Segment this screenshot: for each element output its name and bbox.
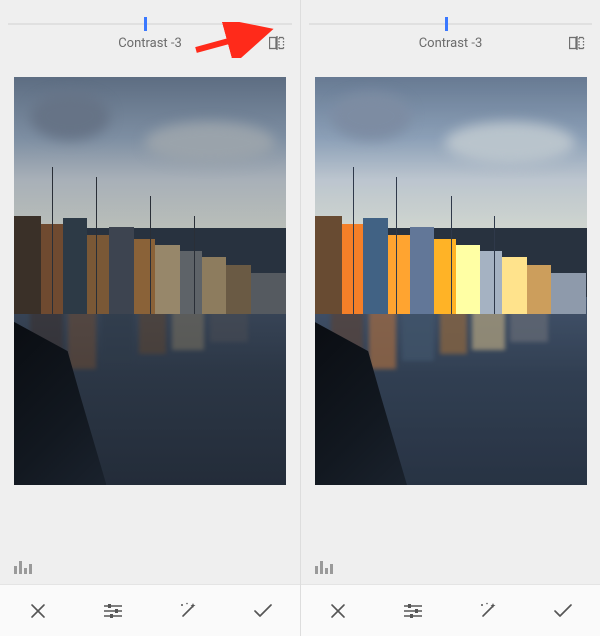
close-icon [329, 602, 347, 620]
histogram-row [0, 556, 300, 584]
check-icon [553, 603, 573, 619]
magic-wand-icon [478, 601, 498, 621]
preview-area [0, 59, 300, 556]
adjustment-label: Contrast -3 [118, 36, 182, 51]
editor-pane-before: Contrast -3 [0, 0, 300, 636]
annotation-arrow [194, 22, 278, 58]
bottom-toolbar [301, 584, 600, 636]
compare-button[interactable] [568, 34, 586, 52]
confirm-button[interactable] [242, 590, 284, 632]
compare-before-after-icon [269, 36, 285, 50]
photo-preview[interactable] [315, 77, 587, 485]
sliders-icon [403, 603, 423, 619]
bottom-toolbar [0, 584, 300, 636]
cancel-button[interactable] [317, 590, 359, 632]
cancel-button[interactable] [17, 590, 59, 632]
photo-buildings [14, 216, 286, 314]
histogram-row [301, 556, 600, 584]
check-icon [253, 603, 273, 619]
adjustment-label: Contrast -3 [419, 36, 483, 51]
slider-track [8, 23, 292, 25]
adjustment-slider-row [301, 0, 600, 26]
slider-track [309, 23, 592, 25]
tune-button[interactable] [392, 590, 434, 632]
compare-before-after-icon [569, 36, 585, 50]
adjustment-label-row: Contrast -3 [301, 26, 600, 59]
editor-pane-after: Contrast -3 [300, 0, 600, 636]
photo-preview[interactable] [14, 77, 286, 485]
adjustment-slider-row [0, 0, 300, 26]
tune-button[interactable] [92, 590, 134, 632]
adjustment-label-row: Contrast -3 [0, 26, 300, 59]
histogram-button[interactable] [315, 560, 333, 574]
magic-button[interactable] [167, 590, 209, 632]
histogram-icon [315, 566, 318, 574]
confirm-button[interactable] [542, 590, 584, 632]
photo-buildings [315, 216, 587, 314]
close-icon [29, 602, 47, 620]
sliders-icon [103, 603, 123, 619]
compare-button[interactable] [268, 34, 286, 52]
magic-wand-icon [178, 601, 198, 621]
histogram-button[interactable] [14, 560, 32, 574]
histogram-icon [14, 566, 17, 574]
preview-area [301, 59, 600, 556]
magic-button[interactable] [467, 590, 509, 632]
